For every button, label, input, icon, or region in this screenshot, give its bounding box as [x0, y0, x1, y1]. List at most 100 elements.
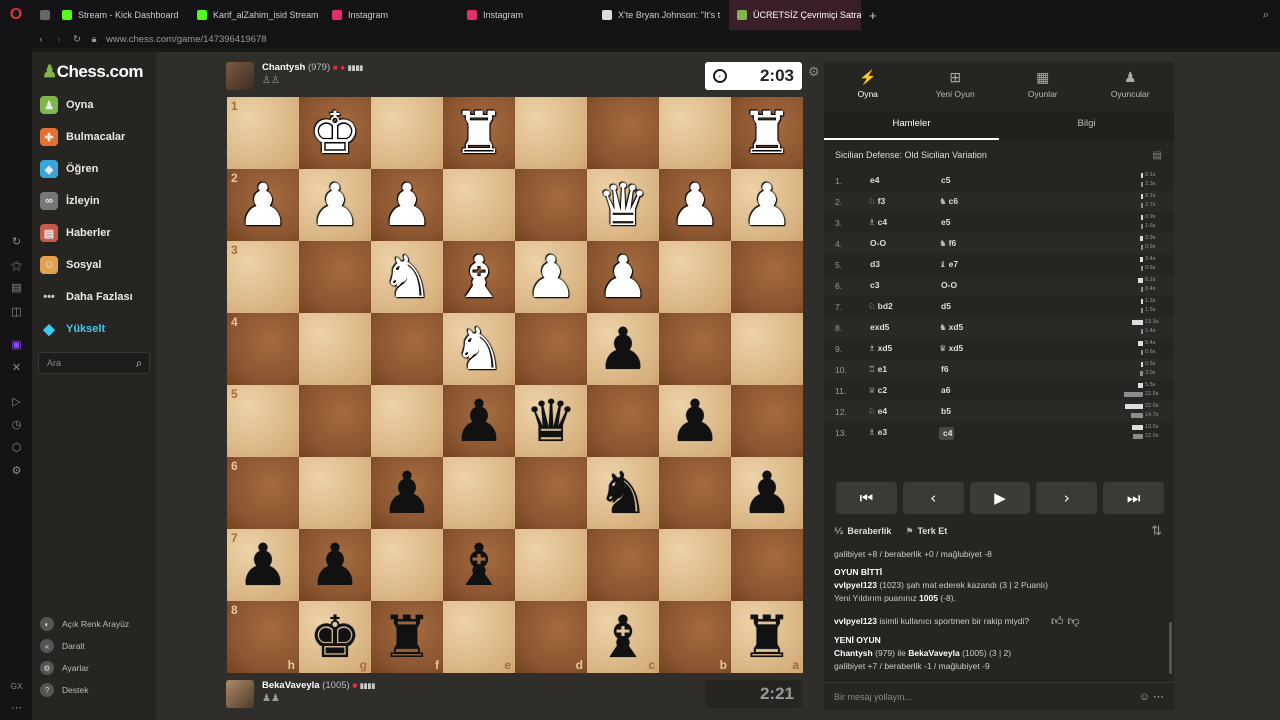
black-move[interactable]: ♞ xd5 — [939, 322, 963, 333]
tab-icon-generic[interactable] — [32, 0, 54, 30]
white-pawn-piece[interactable]: ♟ — [381, 169, 433, 241]
more-options-icon[interactable]: ⋯ — [1153, 691, 1164, 703]
chat-username[interactable]: BekaVaveyla — [908, 648, 960, 658]
forward-icon[interactable]: › — [50, 34, 68, 45]
board-square[interactable] — [299, 241, 371, 313]
board-square[interactable]: ♜ — [731, 97, 803, 169]
board-square[interactable]: ♞ — [371, 241, 443, 313]
white-pawn-piece[interactable]: ♟ — [597, 241, 649, 313]
board-square[interactable] — [731, 385, 803, 457]
black-pawn-piece[interactable]: ♟ — [453, 385, 505, 457]
sidebar-item-more[interactable]: ••• Daha Fazlası — [40, 284, 132, 310]
board-square[interactable]: ♞ — [443, 313, 515, 385]
white-move[interactable]: ♘ bd2 — [868, 301, 893, 312]
board-square[interactable]: 7 ♟ — [227, 529, 299, 601]
black-pawn-piece[interactable]: ♟ — [597, 313, 649, 385]
black-move[interactable]: c5 — [939, 175, 950, 186]
board-square[interactable]: ♟ — [371, 169, 443, 241]
white-knight-piece[interactable]: ♞ — [453, 313, 505, 385]
board-square[interactable]: ♟ — [731, 457, 803, 529]
settings-icon[interactable]: ⚙ — [10, 465, 23, 478]
white-move[interactable]: c3 — [868, 280, 879, 291]
sidebar-item-watch[interactable]: ∞ İzleyin — [40, 188, 100, 214]
tab-info[interactable]: Bilgi — [999, 112, 1174, 140]
black-pawn-piece[interactable]: ♟ — [237, 529, 289, 601]
search-tabs-icon[interactable]: ⌕ — [1252, 9, 1280, 22]
board-square[interactable] — [299, 385, 371, 457]
chess-logo[interactable]: ♟Chess.com — [42, 62, 143, 82]
board-square[interactable] — [731, 313, 803, 385]
avatar[interactable] — [226, 62, 254, 90]
board-square[interactable]: ♟ — [371, 457, 443, 529]
board-square[interactable]: ♟ — [731, 169, 803, 241]
black-move[interactable]: a6 — [939, 385, 950, 396]
board-square[interactable]: ♚ — [299, 97, 371, 169]
browser-tab-active[interactable]: ÜCRETSİZ Çevrimiçi Satran — [729, 0, 861, 30]
board-square[interactable]: 4 — [227, 313, 299, 385]
board-square[interactable] — [371, 313, 443, 385]
black-move[interactable]: b5 — [939, 406, 951, 417]
white-pawn-piece[interactable]: ♟ — [669, 169, 721, 241]
board-square[interactable]: ♟ — [299, 529, 371, 601]
x-icon[interactable]: ✕ — [10, 362, 23, 375]
white-move[interactable]: exd5 — [868, 322, 889, 333]
browser-tab[interactable]: Instagram — [324, 0, 459, 30]
white-move[interactable]: ♖ e1 — [868, 364, 887, 375]
black-bishop-piece[interactable]: ♝ — [597, 601, 649, 673]
board-square[interactable] — [299, 457, 371, 529]
board-square[interactable] — [515, 529, 587, 601]
opening-name[interactable]: Sicilian Defense: Old Sicilian Variation — [835, 150, 987, 160]
tab-new-game[interactable]: ⊞ Yeni Oyun — [912, 62, 1000, 106]
black-pawn-piece[interactable]: ♟ — [741, 457, 793, 529]
board-square[interactable]: 2 ♟ — [227, 169, 299, 241]
board-square[interactable] — [371, 529, 443, 601]
black-move[interactable]: ♞ f6 — [939, 238, 956, 249]
settings-button[interactable]: ⚙ Ayarlar — [40, 661, 89, 675]
sidebar-item-learn[interactable]: ◆ Öğren — [40, 156, 98, 182]
black-move[interactable]: c4 — [939, 427, 955, 440]
board-square[interactable]: f ♜ — [371, 601, 443, 673]
white-move[interactable]: ♗ c4 — [868, 217, 887, 228]
board-square[interactable]: ♟ — [587, 313, 659, 385]
flip-board-icon[interactable]: ⇅ — [1151, 524, 1162, 539]
crypto-icon[interactable]: ▤ — [10, 282, 23, 295]
board-square[interactable] — [587, 385, 659, 457]
board-square[interactable]: ♞ — [587, 457, 659, 529]
next-move-button[interactable]: › — [1036, 482, 1098, 514]
white-rook-piece[interactable]: ♜ — [741, 97, 793, 169]
sidebar-item-social[interactable]: ☺ Sosyal — [40, 252, 101, 278]
sidebar-item-puzzles[interactable]: ✚ Bulmacalar — [40, 124, 125, 150]
board-square[interactable] — [515, 169, 587, 241]
board-square[interactable] — [659, 241, 731, 313]
chat-username[interactable]: Chantysh — [834, 648, 873, 658]
white-move[interactable]: e4 — [868, 175, 879, 186]
player-name[interactable]: Chantysh — [262, 62, 305, 73]
board-square[interactable] — [299, 313, 371, 385]
search-input[interactable]: Ara ⌕ — [38, 352, 150, 374]
board-square[interactable]: c ♝ — [587, 601, 659, 673]
aria-icon[interactable]: ⚝ — [10, 260, 23, 273]
board-square[interactable] — [587, 97, 659, 169]
white-move[interactable]: ♕ c2 — [868, 385, 887, 396]
black-pawn-piece[interactable]: ♟ — [669, 385, 721, 457]
white-rook-piece[interactable]: ♜ — [453, 97, 505, 169]
black-move[interactable]: ♝ e7 — [939, 259, 958, 270]
board-square[interactable]: 1 — [227, 97, 299, 169]
sidebar-item-news[interactable]: ▤ Haberler — [40, 220, 111, 246]
board-square[interactable]: ♟ — [659, 169, 731, 241]
black-king-piece[interactable]: ♚ — [309, 601, 361, 673]
opera-logo-icon[interactable]: O — [0, 0, 32, 30]
tab-players[interactable]: ♟ Oyuncular — [1087, 62, 1175, 106]
white-king-piece[interactable]: ♚ — [309, 97, 361, 169]
board-square[interactable]: ♟ — [587, 241, 659, 313]
board-square[interactable]: d — [515, 601, 587, 673]
thumbs-down-icon[interactable]: 👎︎ — [1067, 614, 1079, 628]
black-rook-piece[interactable]: ♜ — [741, 601, 793, 673]
black-rook-piece[interactable]: ♜ — [381, 601, 433, 673]
white-pawn-piece[interactable]: ♟ — [525, 241, 577, 313]
white-move[interactable]: d3 — [868, 259, 880, 270]
black-move[interactable]: e5 — [939, 217, 950, 228]
board-square[interactable] — [371, 385, 443, 457]
avatar[interactable] — [226, 680, 254, 708]
black-move[interactable]: d5 — [939, 301, 951, 312]
